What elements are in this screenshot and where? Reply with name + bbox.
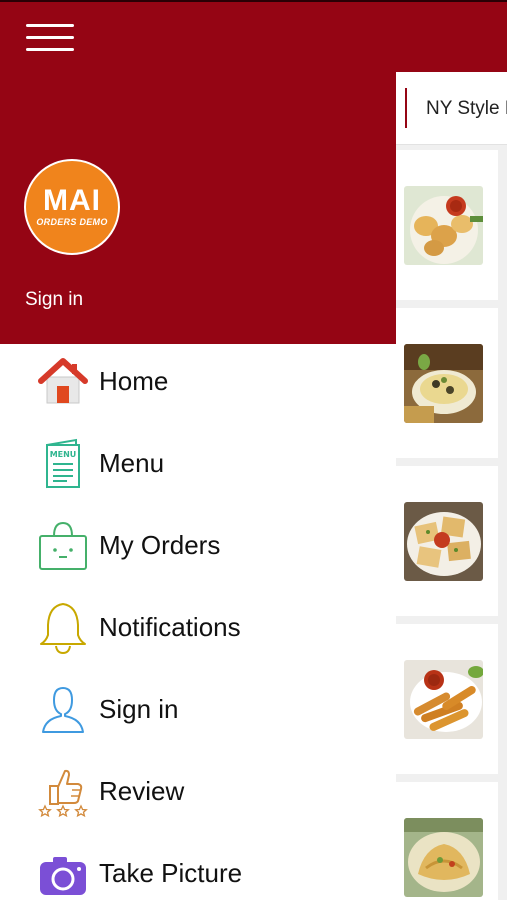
drawer-item-label: Sign in xyxy=(99,694,179,724)
drawer-item-sign-in[interactable]: Sign in xyxy=(0,672,396,754)
drawer-item-my-orders[interactable]: My Orders xyxy=(0,508,396,590)
drawer-item-label: Review xyxy=(99,776,185,806)
food-thumbnail-image xyxy=(404,344,483,423)
food-thumbnail-image xyxy=(404,818,483,897)
thumbs-up-stars-icon xyxy=(36,765,90,819)
category-tab-bar: NY Style P xyxy=(396,72,507,145)
drawer-item-label: My Orders xyxy=(99,530,221,560)
house-icon xyxy=(36,355,90,409)
drawer-item-notifications[interactable]: Notifications xyxy=(0,590,396,672)
drawer-header: MAI ORDERS DEMO Sign in xyxy=(0,72,396,344)
drawer-item-label: Menu xyxy=(99,448,165,478)
tab-divider xyxy=(405,88,407,128)
list-item[interactable] xyxy=(396,466,498,616)
shopping-bag-icon xyxy=(36,519,90,573)
logo-title: MAI xyxy=(43,184,101,217)
svg-text:MENU: MENU xyxy=(50,450,77,459)
app-logo: MAI ORDERS DEMO xyxy=(24,159,120,255)
list-item[interactable] xyxy=(396,150,498,300)
top-app-bar xyxy=(0,0,507,72)
user-icon xyxy=(36,683,90,737)
food-thumbnail-image xyxy=(404,502,483,581)
drawer-item-label: Take Picture xyxy=(99,858,243,888)
food-thumbnail-image xyxy=(404,186,483,265)
hamburger-icon[interactable] xyxy=(26,24,74,52)
list-item[interactable] xyxy=(396,782,498,900)
drawer-item-take-picture[interactable]: Take Picture xyxy=(0,836,396,918)
camera-icon xyxy=(36,847,90,901)
list-item[interactable] xyxy=(396,624,498,774)
list-item[interactable] xyxy=(396,308,498,458)
logo-subtitle: ORDERS DEMO xyxy=(36,217,108,227)
background-content: NY Style P xyxy=(396,72,507,900)
menu-card-icon: MENU xyxy=(36,437,90,491)
header-sign-in-link[interactable]: Sign in xyxy=(25,289,83,311)
food-thumbnail-image xyxy=(404,660,483,739)
category-tab[interactable]: NY Style P xyxy=(426,98,507,120)
drawer-item-review[interactable]: Review xyxy=(0,754,396,836)
navigation-drawer: MAI ORDERS DEMO Sign in Home MENU Menu M… xyxy=(0,72,396,900)
drawer-item-menu[interactable]: MENU Menu xyxy=(0,426,396,508)
bell-icon xyxy=(36,601,90,655)
drawer-item-label: Notifications xyxy=(99,612,241,642)
drawer-item-home[interactable]: Home xyxy=(0,344,396,426)
drawer-item-label: Home xyxy=(99,366,169,396)
